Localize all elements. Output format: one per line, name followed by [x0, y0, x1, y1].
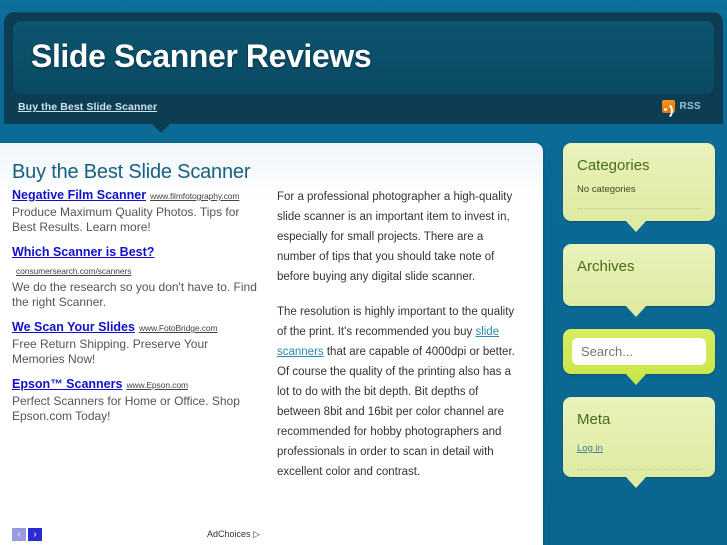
widget-categories: Categories No categories: [563, 143, 715, 232]
nav-pointer-notch: [152, 124, 170, 133]
widget-search: [563, 329, 715, 385]
paragraph: For a professional photographer a high-q…: [277, 191, 513, 283]
ad-unit[interactable]: Which Scanner is Best? consumersearch.com…: [12, 243, 260, 310]
rss-link[interactable]: RSS: [661, 100, 701, 113]
main-content-panel: Buy the Best Slide Scanner Negative Film…: [0, 143, 543, 545]
rss-icon: [661, 100, 675, 113]
ad-prev-arrow-icon[interactable]: ‹: [12, 528, 26, 541]
widget-pointer-notch: [625, 373, 647, 385]
categories-empty-message: No categories: [577, 184, 636, 195]
ad-unit[interactable]: We Scan Your Slides www.FotoBridge.com Fr…: [12, 318, 260, 367]
ad-url[interactable]: www.filmfotography.com: [150, 191, 239, 201]
ad-footer: ‹ › AdChoices ▷: [12, 528, 260, 544]
sidebar: Categories No categories Archives Meta L…: [563, 143, 715, 500]
widget-title: Archives: [577, 258, 635, 275]
widget-archives: Archives: [563, 244, 715, 317]
ad-block: Negative Film Scanner www.filmfotography.…: [12, 186, 260, 432]
ad-headline[interactable]: We Scan Your Slides: [12, 320, 135, 334]
login-link[interactable]: Log in: [577, 443, 603, 454]
adchoices-link[interactable]: AdChoices ▷: [207, 529, 260, 540]
primary-navigation: Buy the Best Slide Scanner RSS: [4, 94, 723, 124]
adchoices-label: AdChoices: [207, 529, 251, 539]
site-title-box: Slide Scanner Reviews: [13, 21, 714, 94]
ad-url[interactable]: consumersearch.com/scanners: [16, 266, 132, 276]
article-right-column: For a professional photographer a high-q…: [277, 187, 525, 497]
ad-unit[interactable]: Negative Film Scanner www.filmfotography.…: [12, 186, 260, 235]
widget-title: Categories: [577, 157, 650, 174]
ad-headline[interactable]: Epson™ Scanners: [12, 377, 122, 391]
widget-title: Meta: [577, 411, 611, 428]
ad-url[interactable]: www.Epson.com: [126, 380, 188, 390]
rss-label: RSS: [679, 101, 701, 112]
page-title: Buy the Best Slide Scanner: [12, 161, 251, 183]
ad-description: We do the research so you don't have to.…: [12, 280, 257, 309]
search-input[interactable]: [572, 338, 706, 365]
ad-description: Perfect Scanners for Home or Office. Sho…: [12, 394, 240, 423]
widget-pointer-notch: [625, 220, 647, 232]
ad-unit[interactable]: Epson™ Scanners www.Epson.com Perfect Sca…: [12, 375, 260, 424]
ad-url[interactable]: www.FotoBridge.com: [139, 323, 218, 333]
widget-pointer-notch: [625, 476, 647, 488]
site-title: Slide Scanner Reviews: [31, 38, 372, 74]
widget-pointer-notch: [625, 305, 647, 317]
ad-description: Free Return Shipping. Preserve Your Memo…: [12, 337, 209, 366]
widget-meta: Meta Log in: [563, 397, 715, 488]
paragraph-text-after: that are capable of 4000dpi or better. O…: [277, 346, 515, 478]
paragraph-resolution: The resolution is highly important to th…: [277, 302, 525, 482]
site-header: Slide Scanner Reviews Buy the Best Slide…: [4, 12, 723, 124]
ad-headline[interactable]: Which Scanner is Best?: [12, 245, 154, 259]
ad-next-arrow-icon[interactable]: ›: [28, 528, 42, 541]
divider: [577, 469, 701, 470]
ad-description: Produce Maximum Quality Photos. Tips for…: [12, 205, 240, 234]
ad-headline[interactable]: Negative Film Scanner: [12, 188, 146, 202]
nav-item-buy-the-best-slide-scanner[interactable]: Buy the Best Slide Scanner: [18, 101, 157, 113]
divider: [577, 208, 701, 209]
adchoices-triangle-icon: ▷: [253, 529, 260, 539]
